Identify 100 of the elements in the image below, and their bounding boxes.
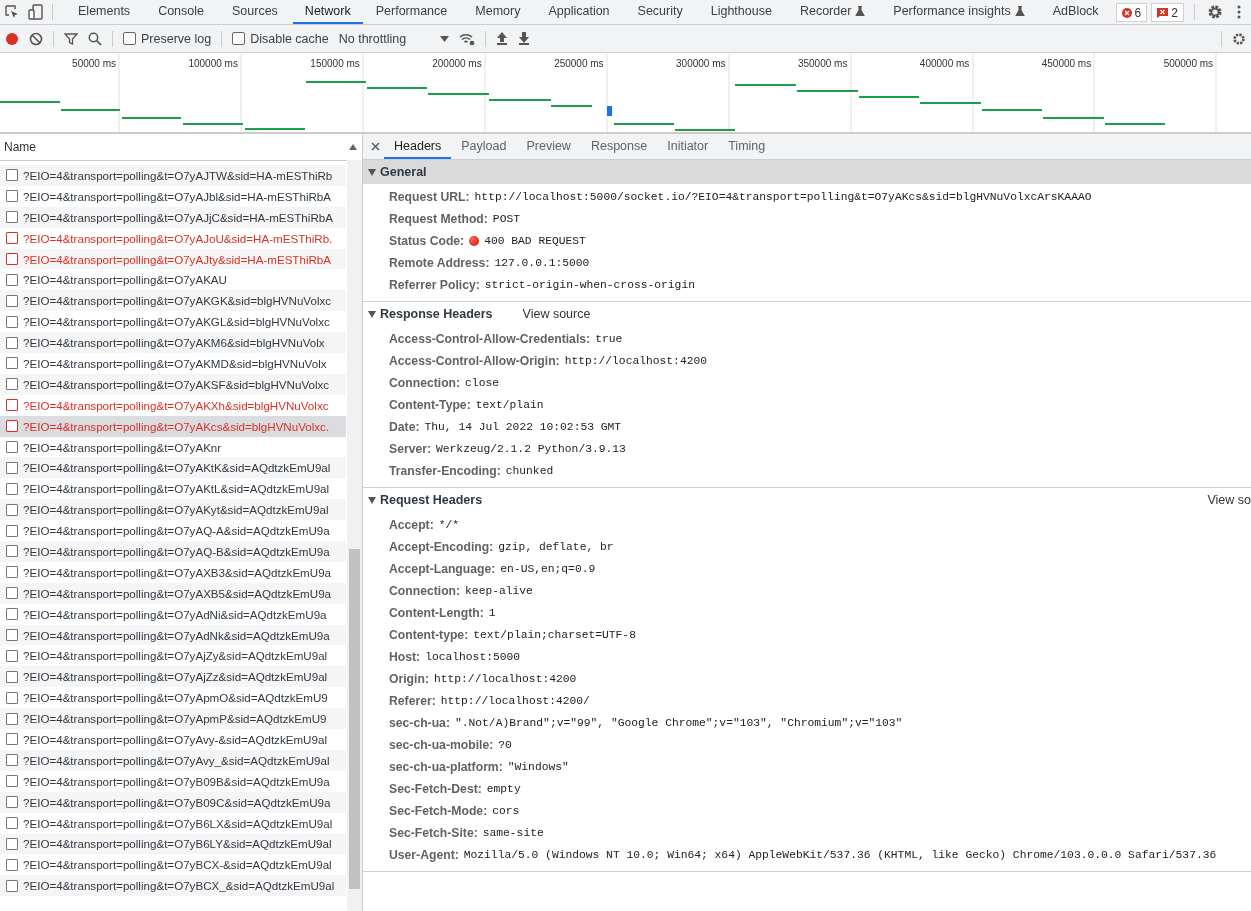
- filter-icon[interactable]: [64, 31, 78, 46]
- header-value: "Windows": [507, 761, 569, 773]
- header-value: 1: [488, 607, 496, 619]
- header-value: Thu, 14 Jul 2022 10:02:53 GMT: [424, 421, 622, 433]
- error-count-badge[interactable]: 6: [1115, 3, 1148, 22]
- panel-tab[interactable]: Memory: [462, 0, 534, 24]
- header-name: Content-type:: [389, 628, 469, 642]
- request-row[interactable]: ?EIO=4&transport=polling&t=O7yAJjC&sid=HA-mESThiRbA: [0, 206, 346, 228]
- panel-tab[interactable]: Performance insights: [880, 0, 1038, 24]
- request-row[interactable]: ?EIO=4&transport=polling&t=O7yAKSF&sid=blgHVNuVolxc: [0, 373, 346, 395]
- header-value: strict-origin-when-cross-origin: [484, 279, 695, 291]
- search-icon[interactable]: [88, 31, 102, 46]
- header-value: http://localhost:5000/socket.io/?EIO=4&transport=polling&t=O7yAKcs&sid=blgHVNuVolxcArsKAAAO: [474, 191, 1092, 203]
- panel-tab[interactable]: Recorder: [786, 0, 879, 24]
- header-value: en-US,en;q=0.9: [500, 563, 596, 575]
- header-value: keep-alive: [465, 585, 533, 597]
- panel-tab[interactable]: AdBlock: [1039, 0, 1112, 24]
- collapse-triangle-icon: [368, 496, 376, 504]
- header-name: Remote Address:: [389, 256, 490, 270]
- preserve-log-checkbox[interactable]: Preserve log: [123, 31, 212, 46]
- request-row[interactable]: ?EIO=4&transport=polling&t=O7yAdNk&sid=AQdtzkEmU9a: [0, 624, 346, 646]
- request-row[interactable]: ?EIO=4&transport=polling&t=O7yApmP&sid=AQdtzkEmU9: [0, 708, 346, 730]
- timeline-tick-label: 450000 ms: [1041, 58, 1092, 69]
- header-name: Referer:: [389, 694, 436, 708]
- timeline-tick-label: 200000 ms: [432, 58, 482, 69]
- panel-tab[interactable]: Lighthouse: [697, 0, 785, 24]
- header-value: ?0: [498, 739, 512, 751]
- header-name: Accept-Language:: [389, 562, 496, 576]
- request-row[interactable]: ?EIO=4&transport=polling&t=O7yB09C&sid=AQdtzkEmU9a: [0, 791, 346, 813]
- section-header[interactable]: Request Headers View so: [363, 488, 1251, 512]
- record-icon[interactable]: [5, 31, 19, 46]
- header-name: Accept-Encoding:: [389, 540, 494, 554]
- download-icon[interactable]: [518, 32, 531, 45]
- header-name: Date:: [389, 420, 420, 434]
- disable-cache-checkbox[interactable]: Disable cache: [232, 31, 329, 46]
- throttling-dropdown[interactable]: No throttling: [338, 31, 450, 46]
- upload-icon[interactable]: [496, 32, 509, 45]
- request-row[interactable]: ?EIO=4&transport=polling&t=O7yAQ-B&sid=AQdtzkEmU9a: [0, 541, 346, 562]
- collapse-triangle-icon: [368, 310, 376, 318]
- timeline-tick-label: 100000 ms: [188, 58, 238, 69]
- request-row[interactable]: ?EIO=4&transport=polling&t=O7yAJTW&sid=HA-mESThiRb: [0, 165, 346, 186]
- collapse-triangle-icon: [368, 168, 376, 176]
- header-name: Server:: [389, 442, 431, 456]
- header-name: sec-ch-ua-mobile:: [389, 738, 494, 752]
- header-name: sec-ch-ua:: [389, 716, 450, 730]
- header-name: Content-Length:: [389, 606, 484, 620]
- header-name: Status Code:: [389, 234, 465, 248]
- detail-tab[interactable]: Timing: [718, 134, 776, 159]
- header-name: Host:: [389, 650, 421, 664]
- request-row[interactable]: ?EIO=4&transport=polling&t=O7yAKGK&sid=blgHVNuVolxc: [0, 290, 346, 312]
- timeline-tick-label: 500000 ms: [1163, 58, 1214, 69]
- request-row[interactable]: ?EIO=4&transport=polling&t=O7yAKtK&sid=AQdtzkEmU9al: [0, 457, 346, 479]
- header-value: Werkzeug/2.1.2 Python/3.9.13: [436, 443, 626, 455]
- timeline-tick-label: 150000 ms: [310, 58, 360, 69]
- header-name: Connection:: [389, 376, 461, 390]
- header-value: true: [595, 333, 623, 345]
- header-name: Sec-Fetch-Mode:: [389, 804, 488, 818]
- request-row[interactable]: ?EIO=4&transport=polling&t=O7yAKM6&sid=blgHVNuVolx: [0, 332, 346, 353]
- issue-count-badge[interactable]: 2: [1151, 3, 1184, 22]
- header-value: http://localhost:4200: [564, 355, 707, 367]
- header-name: Access-Control-Allow-Origin:: [389, 354, 560, 368]
- panel-tab[interactable]: Elements: [65, 0, 144, 24]
- status-dot: [469, 236, 480, 246]
- panel-tab[interactable]: Sources: [219, 0, 291, 24]
- header-value: empty: [486, 783, 521, 795]
- panel-tab[interactable]: Security: [624, 0, 696, 24]
- header-value: close: [465, 377, 499, 389]
- request-row[interactable]: ?EIO=4&transport=polling&t=O7yAKyt&sid=AQdtzkEmU9al: [0, 499, 346, 521]
- request-row[interactable]: ?EIO=4&transport=polling&t=O7yAvy_&sid=AQdtzkEmU9al: [0, 749, 346, 771]
- view-source-link[interactable]: View so: [1207, 493, 1251, 507]
- section-header[interactable]: General: [363, 160, 1251, 184]
- detail-tab[interactable]: Payload: [451, 134, 517, 159]
- header-value: Mozilla/5.0 (Windows NT 10.0; Win64; x64) AppleWebKit/537.36 (KHTML, like Gecko) Chrome/103.0.0.0 Safari/537.36: [463, 849, 1217, 861]
- panel-tab[interactable]: Application: [535, 0, 623, 24]
- clear-icon[interactable]: [29, 31, 43, 46]
- wifi-settings-icon[interactable]: [459, 31, 476, 46]
- detail-tab[interactable]: Response: [580, 134, 658, 159]
- view-source-link[interactable]: View source: [522, 307, 591, 321]
- header-value: localhost:5000: [425, 651, 521, 663]
- request-row[interactable]: ?EIO=4&transport=polling&t=O7yAJty&sid=HA-mESThiRbA: [0, 248, 346, 270]
- request-row[interactable]: ?EIO=4&transport=polling&t=O7yAjZz&sid=AQdtzkEmU9al: [0, 666, 346, 688]
- header-value: */*: [438, 519, 460, 531]
- header-name: Request Method:: [389, 212, 488, 226]
- header-name: Origin:: [389, 672, 429, 686]
- request-row[interactable]: ?EIO=4&transport=polling&t=O7yAXB5&sid=AQdtzkEmU9a: [0, 582, 346, 604]
- panel-tab[interactable]: Console: [145, 0, 217, 24]
- header-value: cors: [492, 805, 520, 817]
- detail-tab[interactable]: Initiator: [657, 134, 719, 159]
- scroll-up-arrow-icon[interactable]: [349, 144, 357, 150]
- request-row[interactable]: ?EIO=4&transport=polling&t=O7yB6LY&sid=AQdtzkEmU9al: [0, 833, 346, 855]
- timeline-tick-label: 250000 ms: [554, 58, 604, 69]
- timeline-tick-label: 50000 ms: [72, 58, 116, 69]
- header-name: Transfer-Encoding:: [389, 464, 501, 478]
- settings-icon[interactable]: [1232, 31, 1246, 46]
- header-name: Connection:: [389, 584, 461, 598]
- detail-tab[interactable]: Preview: [516, 134, 581, 159]
- panel-tab[interactable]: Performance: [362, 0, 461, 24]
- request-row[interactable]: ?EIO=4&transport=polling&t=O7yAKcs&sid=blgHVNuVolxc.: [0, 415, 346, 437]
- request-row[interactable]: ?EIO=4&transport=polling&t=O7yBCX_&sid=AQdtzkEmU9al: [0, 875, 346, 897]
- section-header[interactable]: Response Headers View source: [363, 302, 1251, 326]
